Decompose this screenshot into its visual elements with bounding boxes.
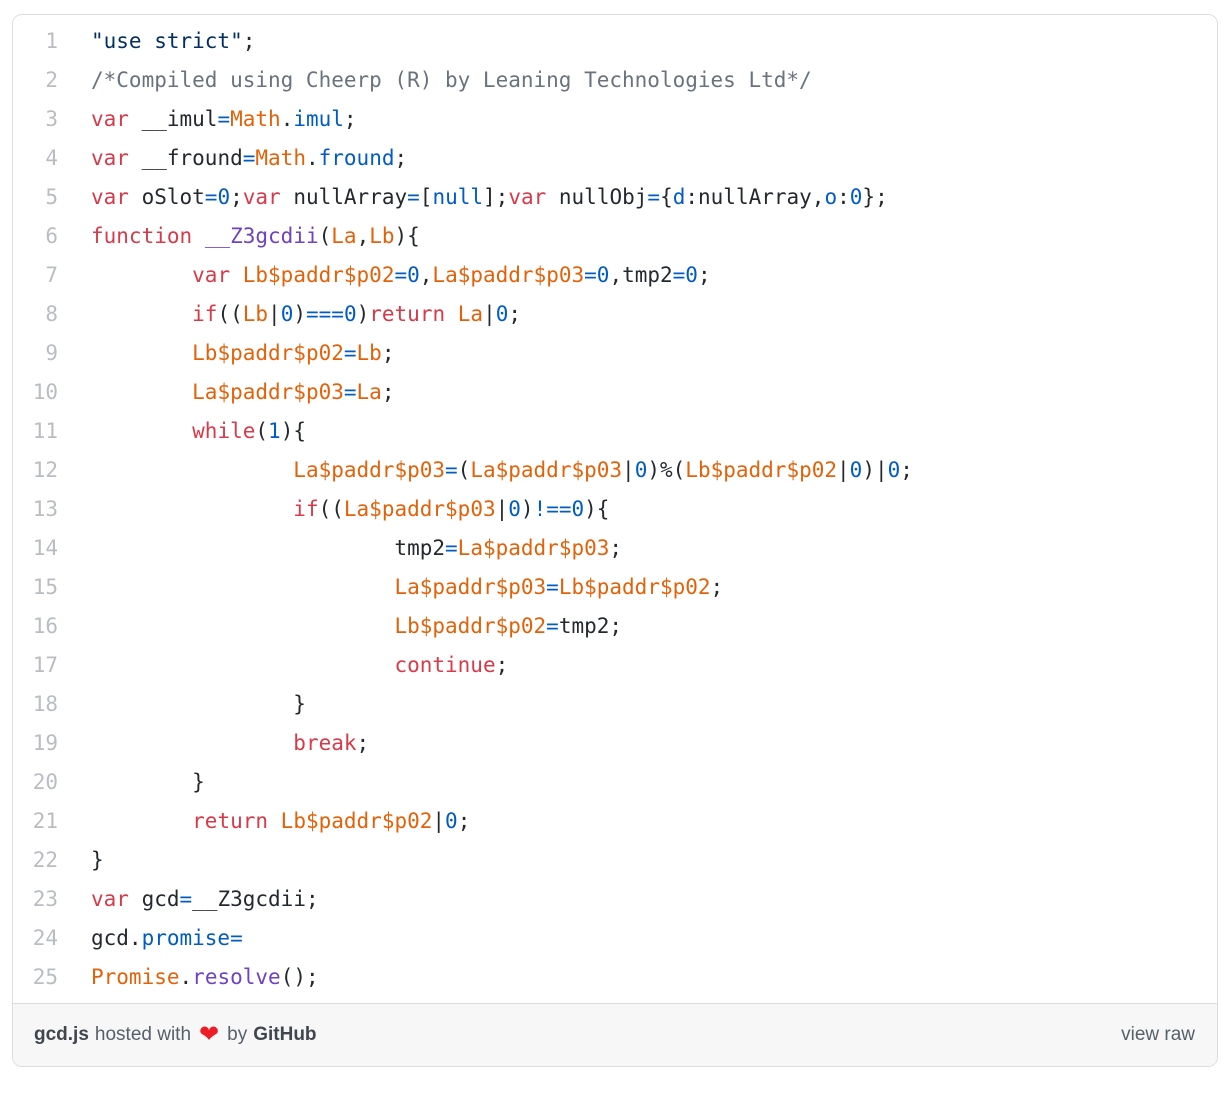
code-text: Lb$paddr$p02=Lb; bbox=[58, 334, 394, 373]
line-number: 13 bbox=[13, 490, 58, 529]
code-text: /*Compiled using Cheerp (R) by Leaning T… bbox=[58, 61, 812, 100]
code-text: } bbox=[58, 685, 306, 724]
line-number: 23 bbox=[13, 880, 58, 919]
line-number: 10 bbox=[13, 373, 58, 412]
code-area: 1"use strict";2/*Compiled using Cheerp (… bbox=[13, 15, 1217, 1004]
line-number: 8 bbox=[13, 295, 58, 334]
line-number: 7 bbox=[13, 256, 58, 295]
line-number: 11 bbox=[13, 412, 58, 451]
code-line: 4var __fround=Math.fround; bbox=[13, 139, 1217, 178]
code-text: while(1){ bbox=[58, 412, 306, 451]
code-text: La$paddr$p03=Lb$paddr$p02; bbox=[58, 568, 723, 607]
line-number: 16 bbox=[13, 607, 58, 646]
code-line: 25Promise.resolve(); bbox=[13, 958, 1217, 997]
code-text: Promise.resolve(); bbox=[58, 958, 319, 997]
code-text: var __imul=Math.imul; bbox=[58, 100, 357, 139]
by-text: by bbox=[227, 1024, 247, 1046]
code-line: 3var __imul=Math.imul; bbox=[13, 100, 1217, 139]
code-line: 24gcd.promise= bbox=[13, 919, 1217, 958]
line-number: 6 bbox=[13, 217, 58, 256]
code-line: 22} bbox=[13, 841, 1217, 880]
code-line: 1"use strict"; bbox=[13, 22, 1217, 61]
code-line: 23var gcd=__Z3gcdii; bbox=[13, 880, 1217, 919]
code-line: 2/*Compiled using Cheerp (R) by Leaning … bbox=[13, 61, 1217, 100]
hosted-with-text: hosted with bbox=[95, 1024, 191, 1046]
code-text: var oSlot=0;var nullArray=[null];var nul… bbox=[58, 178, 888, 217]
line-number: 3 bbox=[13, 100, 58, 139]
code-text: Lb$paddr$p02=tmp2; bbox=[58, 607, 622, 646]
footer-attribution: gcd.js hosted with ❤ by GitHub bbox=[34, 1023, 317, 1047]
code-line: 13 if((La$paddr$p03|0)!==0){ bbox=[13, 490, 1217, 529]
code-line: 12 La$paddr$p03=(La$paddr$p03|0)%(Lb$pad… bbox=[13, 451, 1217, 490]
code-text: function __Z3gcdii(La,Lb){ bbox=[58, 217, 420, 256]
code-line: 6function __Z3gcdii(La,Lb){ bbox=[13, 217, 1217, 256]
line-number: 17 bbox=[13, 646, 58, 685]
line-number: 21 bbox=[13, 802, 58, 841]
code-line: 15 La$paddr$p03=Lb$paddr$p02; bbox=[13, 568, 1217, 607]
gist-footer: gcd.js hosted with ❤ by GitHub view raw bbox=[13, 1004, 1217, 1066]
code-line: 7 var Lb$paddr$p02=0,La$paddr$p03=0,tmp2… bbox=[13, 256, 1217, 295]
code-line: 5var oSlot=0;var nullArray=[null];var nu… bbox=[13, 178, 1217, 217]
code-text: var __fround=Math.fround; bbox=[58, 139, 407, 178]
code-text: gcd.promise= bbox=[58, 919, 243, 958]
line-number: 20 bbox=[13, 763, 58, 802]
code-text: var gcd=__Z3gcdii; bbox=[58, 880, 319, 919]
line-number: 24 bbox=[13, 919, 58, 958]
line-number: 2 bbox=[13, 61, 58, 100]
line-number: 18 bbox=[13, 685, 58, 724]
code-text: break; bbox=[58, 724, 369, 763]
code-line: 21 return Lb$paddr$p02|0; bbox=[13, 802, 1217, 841]
code-line: 10 La$paddr$p03=La; bbox=[13, 373, 1217, 412]
code-text: continue; bbox=[58, 646, 508, 685]
gist-embed: 1"use strict";2/*Compiled using Cheerp (… bbox=[12, 14, 1218, 1067]
code-line: 17 continue; bbox=[13, 646, 1217, 685]
code-text: tmp2=La$paddr$p03; bbox=[58, 529, 622, 568]
code-text: La$paddr$p03=La; bbox=[58, 373, 394, 412]
line-number: 4 bbox=[13, 139, 58, 178]
code-line: 9 Lb$paddr$p02=Lb; bbox=[13, 334, 1217, 373]
github-link[interactable]: GitHub bbox=[253, 1024, 316, 1046]
code-text: } bbox=[58, 763, 205, 802]
line-number: 9 bbox=[13, 334, 58, 373]
view-raw-link[interactable]: view raw bbox=[1121, 1024, 1195, 1046]
code-line: 19 break; bbox=[13, 724, 1217, 763]
code-line: 20 } bbox=[13, 763, 1217, 802]
code-text: var Lb$paddr$p02=0,La$paddr$p03=0,tmp2=0… bbox=[58, 256, 711, 295]
code-line: 16 Lb$paddr$p02=tmp2; bbox=[13, 607, 1217, 646]
line-number: 14 bbox=[13, 529, 58, 568]
code-line: 14 tmp2=La$paddr$p03; bbox=[13, 529, 1217, 568]
line-number: 22 bbox=[13, 841, 58, 880]
line-number: 15 bbox=[13, 568, 58, 607]
heart-icon: ❤ bbox=[199, 1023, 219, 1047]
line-number: 1 bbox=[13, 22, 58, 61]
code-text: return Lb$paddr$p02|0; bbox=[58, 802, 470, 841]
code-text: } bbox=[58, 841, 104, 880]
line-number: 12 bbox=[13, 451, 58, 490]
line-number: 5 bbox=[13, 178, 58, 217]
code-text: if((La$paddr$p03|0)!==0){ bbox=[58, 490, 609, 529]
code-text: if((Lb|0)===0)return La|0; bbox=[58, 295, 521, 334]
code-text: "use strict"; bbox=[58, 22, 255, 61]
gist-file-link[interactable]: gcd.js bbox=[34, 1024, 89, 1046]
line-number: 25 bbox=[13, 958, 58, 997]
code-text: La$paddr$p03=(La$paddr$p03|0)%(Lb$paddr$… bbox=[58, 451, 913, 490]
code-line: 11 while(1){ bbox=[13, 412, 1217, 451]
code-line: 18 } bbox=[13, 685, 1217, 724]
line-number: 19 bbox=[13, 724, 58, 763]
code-line: 8 if((Lb|0)===0)return La|0; bbox=[13, 295, 1217, 334]
